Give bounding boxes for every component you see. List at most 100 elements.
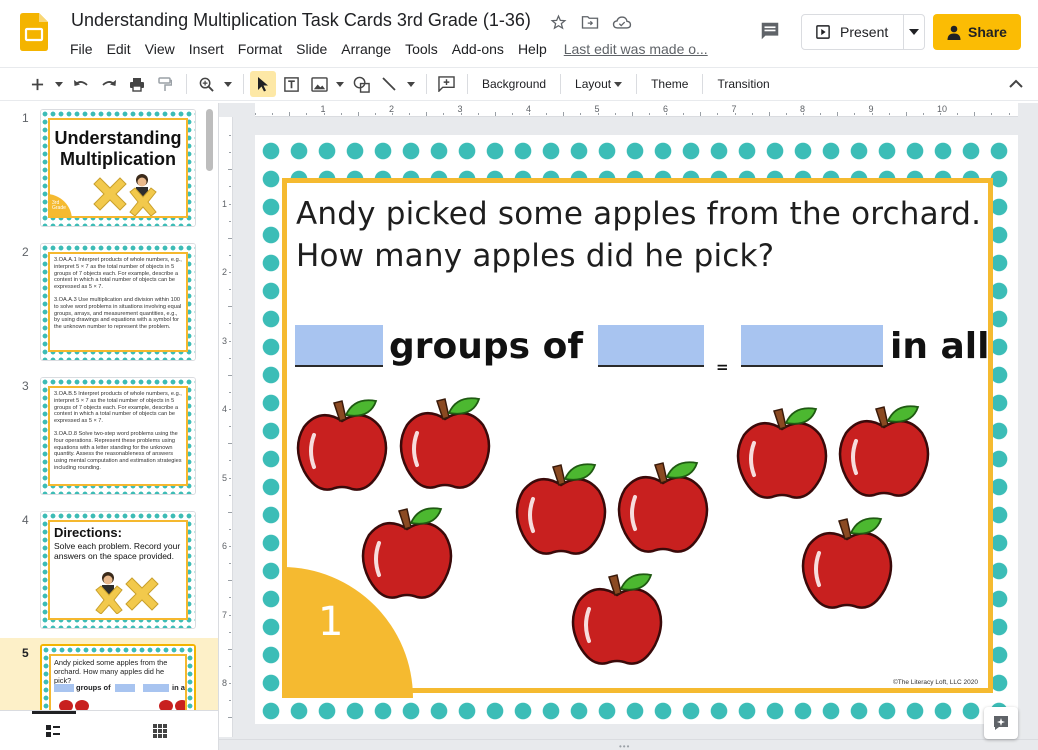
filmstrip-slide-3[interactable]: 3 3.OA.B.5 Interpret products of whole n… [0,371,218,497]
comment-history-icon[interactable] [759,20,781,42]
zoom-button[interactable] [193,71,219,97]
ruler-label: 1 [320,104,326,114]
ruler-label: 5 [594,104,600,114]
speaker-notes-divider[interactable]: ••• [219,739,1038,750]
shape-button[interactable] [348,71,374,97]
redo-button[interactable] [96,71,122,97]
caret-down-icon [55,81,63,87]
menu-view[interactable]: View [138,38,182,60]
filmstrip-scrollbar[interactable] [206,109,213,171]
new-slide-button[interactable] [24,71,50,97]
slides-app: Understanding Multiplication Task Cards … [0,0,1038,750]
grade-badge: 3rd Grade [52,200,66,211]
ruler-tick [751,113,753,115]
explore-button[interactable] [984,707,1018,739]
ruler-tick [229,220,231,222]
menu-file[interactable]: File [63,38,100,60]
insert-image-button[interactable] [306,71,332,97]
ruler-tick [306,113,308,115]
grid-view-icon[interactable] [152,723,168,739]
insert-comment-button[interactable] [433,71,459,97]
paint-format-button[interactable] [152,71,178,97]
multiplication-kid-icon [95,572,159,614]
ruler-tick [563,112,565,116]
present-button[interactable]: Present [802,15,904,49]
slide-thumbnail[interactable]: 3.OA.A.1 Interpret products of whole num… [40,243,196,361]
ruler-label: 8 [222,678,228,688]
card-number: 1 [318,599,344,645]
slide-number: 2 [22,245,29,259]
thumbnail-card: 3.OA.B.5 Interpret products of whole num… [48,386,188,486]
menu-tools[interactable]: Tools [398,38,445,60]
slide-thumbnail[interactable]: Directions: Solve each problem. Record y… [40,511,196,629]
ruler-tick [228,169,232,171]
share-button[interactable]: Share [933,14,1021,50]
move-folder-icon[interactable] [580,12,600,32]
menu-addons[interactable]: Add-ons [445,38,511,60]
layout-button[interactable]: Layout [567,71,630,97]
apple-icon [296,398,388,492]
menu-format[interactable]: Format [231,38,289,60]
ruler-tick [922,113,924,115]
ruler-tick [785,113,787,115]
slide-thumbnail[interactable]: Understanding Multiplication 3rd Grade [40,109,196,227]
image-dropdown[interactable] [334,71,346,97]
last-edit-link[interactable]: Last edit was made o... [564,38,708,60]
star-icon[interactable] [548,12,568,32]
menu-arrange[interactable]: Arrange [334,38,398,60]
thumbnail-blank [54,684,74,692]
background-button[interactable]: Background [474,71,554,97]
ruler-label: 7 [731,104,737,114]
present-icon [816,25,830,39]
horizontal-ruler[interactable]: 1 2 3 4 5 6 7 8 9 10 [255,103,1018,117]
ruler-tick [229,152,231,154]
vertical-ruler[interactable]: 1 2 3 4 5 6 7 8 [219,117,233,737]
line-button[interactable] [376,71,402,97]
line-dropdown[interactable] [404,71,418,97]
ruler-tick [229,597,231,599]
drag-handle-icon[interactable]: ••• [619,742,630,750]
document-title[interactable]: Understanding Multiplication Task Cards … [71,10,531,31]
transition-button[interactable]: Transition [709,71,777,97]
redo-icon [102,80,116,86]
slide-number: 3 [22,379,29,393]
ruler-label: 2 [222,267,228,277]
new-slide-layout-dropdown[interactable] [52,71,66,97]
present-dropdown[interactable] [904,29,924,35]
menu-help[interactable]: Help [511,38,554,60]
ruler-tick [409,113,411,115]
ruler-tick [229,494,231,496]
thumbnail-blank [115,684,135,692]
cloud-status-icon[interactable] [612,12,632,32]
ruler-tick [1008,113,1010,115]
menu-insert[interactable]: Insert [182,38,231,60]
add-comment-icon [437,76,455,92]
ruler-tick [443,113,445,115]
thumbnail-question: Andy picked some apples from the orchard… [54,658,168,685]
filmstrip-slide-2[interactable]: 2 3.OA.A.1 Interpret products of whole n… [0,237,218,363]
slide-number: 1 [22,111,29,125]
text-box-button[interactable] [278,71,304,97]
menu-edit[interactable]: Edit [100,38,138,60]
print-button[interactable] [124,71,150,97]
filmstrip-slide-1[interactable]: 1 Understanding Multiplication 3rd Grade [0,103,218,229]
filmstrip-view-icon[interactable] [45,723,61,739]
select-tool-button[interactable] [250,71,276,97]
slides-logo-icon[interactable] [20,13,48,51]
ruler-tick [546,113,548,115]
ruler-tick [229,340,231,342]
current-slide[interactable]: Andy picked some apples from the orchard… [255,135,1018,724]
ruler-tick [631,112,633,116]
menu-slide[interactable]: Slide [289,38,334,60]
ruler-tick [229,391,231,393]
toolbar-divider [702,74,704,94]
filmstrip-slide-4[interactable]: 4 Directions: Solve each problem. Record… [0,505,218,631]
zoom-dropdown[interactable] [221,71,235,97]
undo-button[interactable] [68,71,94,97]
menu-bar: File Edit View Insert Format Slide Arran… [63,38,708,60]
ruler-tick [229,683,231,684]
chevron-up-icon[interactable] [1006,74,1026,94]
slide-thumbnail[interactable]: 3.OA.B.5 Interpret products of whole num… [40,377,196,495]
ruler-tick [426,112,428,116]
theme-button[interactable]: Theme [643,71,696,97]
